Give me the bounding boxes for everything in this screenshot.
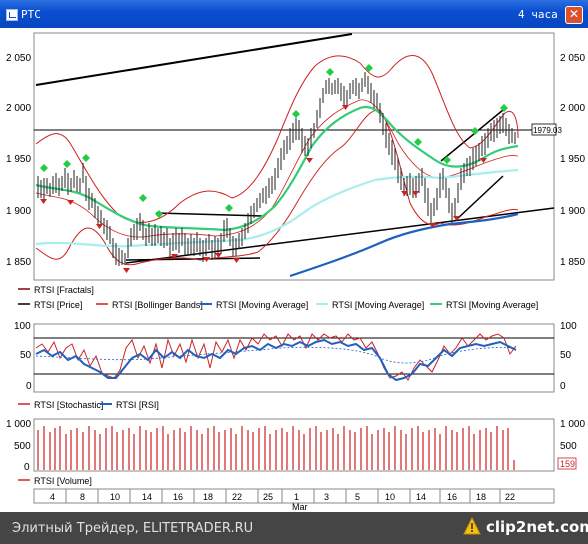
time-label: 22 bbox=[232, 492, 242, 502]
osc-tick-left: 50 bbox=[20, 350, 32, 361]
time-label: 16 bbox=[173, 492, 183, 502]
price-tick-left: 2 050 bbox=[6, 53, 31, 64]
volume-panel: 1 000 500 0 1 000 500 159 bbox=[6, 418, 585, 473]
volume-tick-left: 1 000 bbox=[6, 419, 31, 430]
legend-ma-cyan: RTSI [Moving Average] bbox=[332, 300, 424, 310]
time-label: 22 bbox=[505, 492, 515, 502]
time-label: 25 bbox=[263, 492, 273, 502]
price-tick-right: 1 950 bbox=[560, 154, 585, 165]
close-button[interactable]: ✕ bbox=[565, 6, 583, 24]
osc-tick-left: 0 bbox=[26, 381, 32, 392]
legend-volume: RTSI [Volume] bbox=[34, 476, 92, 486]
osc-tick-right: 50 bbox=[560, 350, 572, 361]
clip2net-logo: clip2net.com bbox=[462, 517, 588, 539]
time-label: 1 bbox=[294, 492, 299, 502]
legend-ma-green: RTSI [Moving Average] bbox=[446, 300, 538, 310]
time-label: 8 bbox=[80, 492, 85, 502]
price-tick-right: 2 050 bbox=[560, 53, 585, 64]
volume-tick-right: 500 bbox=[560, 441, 577, 452]
legend-rsi: RTSI [RSI] bbox=[116, 400, 159, 410]
osc-tick-right: 100 bbox=[560, 321, 577, 332]
chart-canvas: 2 050 2 000 1 950 1 900 1 850 2 050 2 00… bbox=[6, 32, 585, 512]
price-tick-right: 1 850 bbox=[560, 257, 585, 268]
time-label: 10 bbox=[385, 492, 395, 502]
legend-fractals: RTSI [Fractals] bbox=[34, 285, 94, 295]
window-title: РТС bbox=[21, 8, 41, 21]
legend-bollinger: RTSI [Bollinger Bands] bbox=[112, 300, 203, 310]
price-legend: RTSI [Fractals] RTSI [Price] RTSI [Bolli… bbox=[18, 285, 538, 310]
volume-tick-left: 0 bbox=[24, 462, 30, 473]
osc-tick-left: 100 bbox=[14, 321, 31, 332]
app-icon bbox=[6, 9, 18, 21]
price-tick-left: 1 850 bbox=[6, 257, 31, 268]
legend-ma-blue: RTSI [Moving Average] bbox=[216, 300, 308, 310]
time-label: 18 bbox=[203, 492, 213, 502]
volume-tick-right: 1 000 bbox=[560, 419, 585, 430]
price-tick-left: 2 000 bbox=[6, 103, 31, 114]
time-label: 14 bbox=[142, 492, 152, 502]
osc-tick-right: 0 bbox=[560, 381, 566, 392]
osc-legend: RTSI [Stochastic] RTSI [RSI] bbox=[18, 400, 159, 410]
time-label: 5 bbox=[355, 492, 360, 502]
oscillator-panel: 100 50 0 100 50 0 bbox=[14, 321, 577, 393]
window-titlebar: РТС 4 часа ✕ bbox=[0, 0, 588, 28]
price-tick-left: 1 900 bbox=[6, 206, 31, 217]
timeframe-label: 4 часа bbox=[518, 8, 558, 21]
legend-stochastic: RTSI [Stochastic] bbox=[34, 400, 103, 410]
price-tick-right: 1 900 bbox=[560, 206, 585, 217]
time-axis: 4 8 10 14 16 18 22 25 1 3 5 10 14 16 18 … bbox=[33, 488, 555, 512]
time-label: 10 bbox=[110, 492, 120, 502]
footer-site-text: Элитный Трейдер, ELITETRADER.RU bbox=[12, 521, 254, 536]
volume-tick-left: 500 bbox=[14, 441, 31, 452]
clip2net-icon bbox=[463, 517, 481, 535]
time-label: 4 bbox=[50, 492, 55, 502]
price-tick-right: 2 000 bbox=[560, 103, 585, 114]
last-price-label: 1979.03 bbox=[533, 126, 562, 135]
price-panel: 2 050 2 000 1 950 1 900 1 850 2 050 2 00… bbox=[6, 32, 585, 281]
clip2net-logo-text: clip2net.com bbox=[486, 518, 588, 536]
time-label: 18 bbox=[476, 492, 486, 502]
time-label: 3 bbox=[324, 492, 329, 502]
chart-area: 2 050 2 000 1 950 1 900 1 850 2 050 2 00… bbox=[0, 28, 588, 522]
footer-bar: Элитный Трейдер, ELITETRADER.RU clip2net… bbox=[0, 512, 588, 544]
legend-price: RTSI [Price] bbox=[34, 300, 82, 310]
time-label: 14 bbox=[416, 492, 426, 502]
time-label: 16 bbox=[447, 492, 457, 502]
month-label: Mar bbox=[292, 502, 308, 512]
price-tick-left: 1 950 bbox=[6, 154, 31, 165]
volume-legend: RTSI [Volume] bbox=[18, 476, 92, 486]
last-volume-label: 159 bbox=[560, 459, 575, 469]
